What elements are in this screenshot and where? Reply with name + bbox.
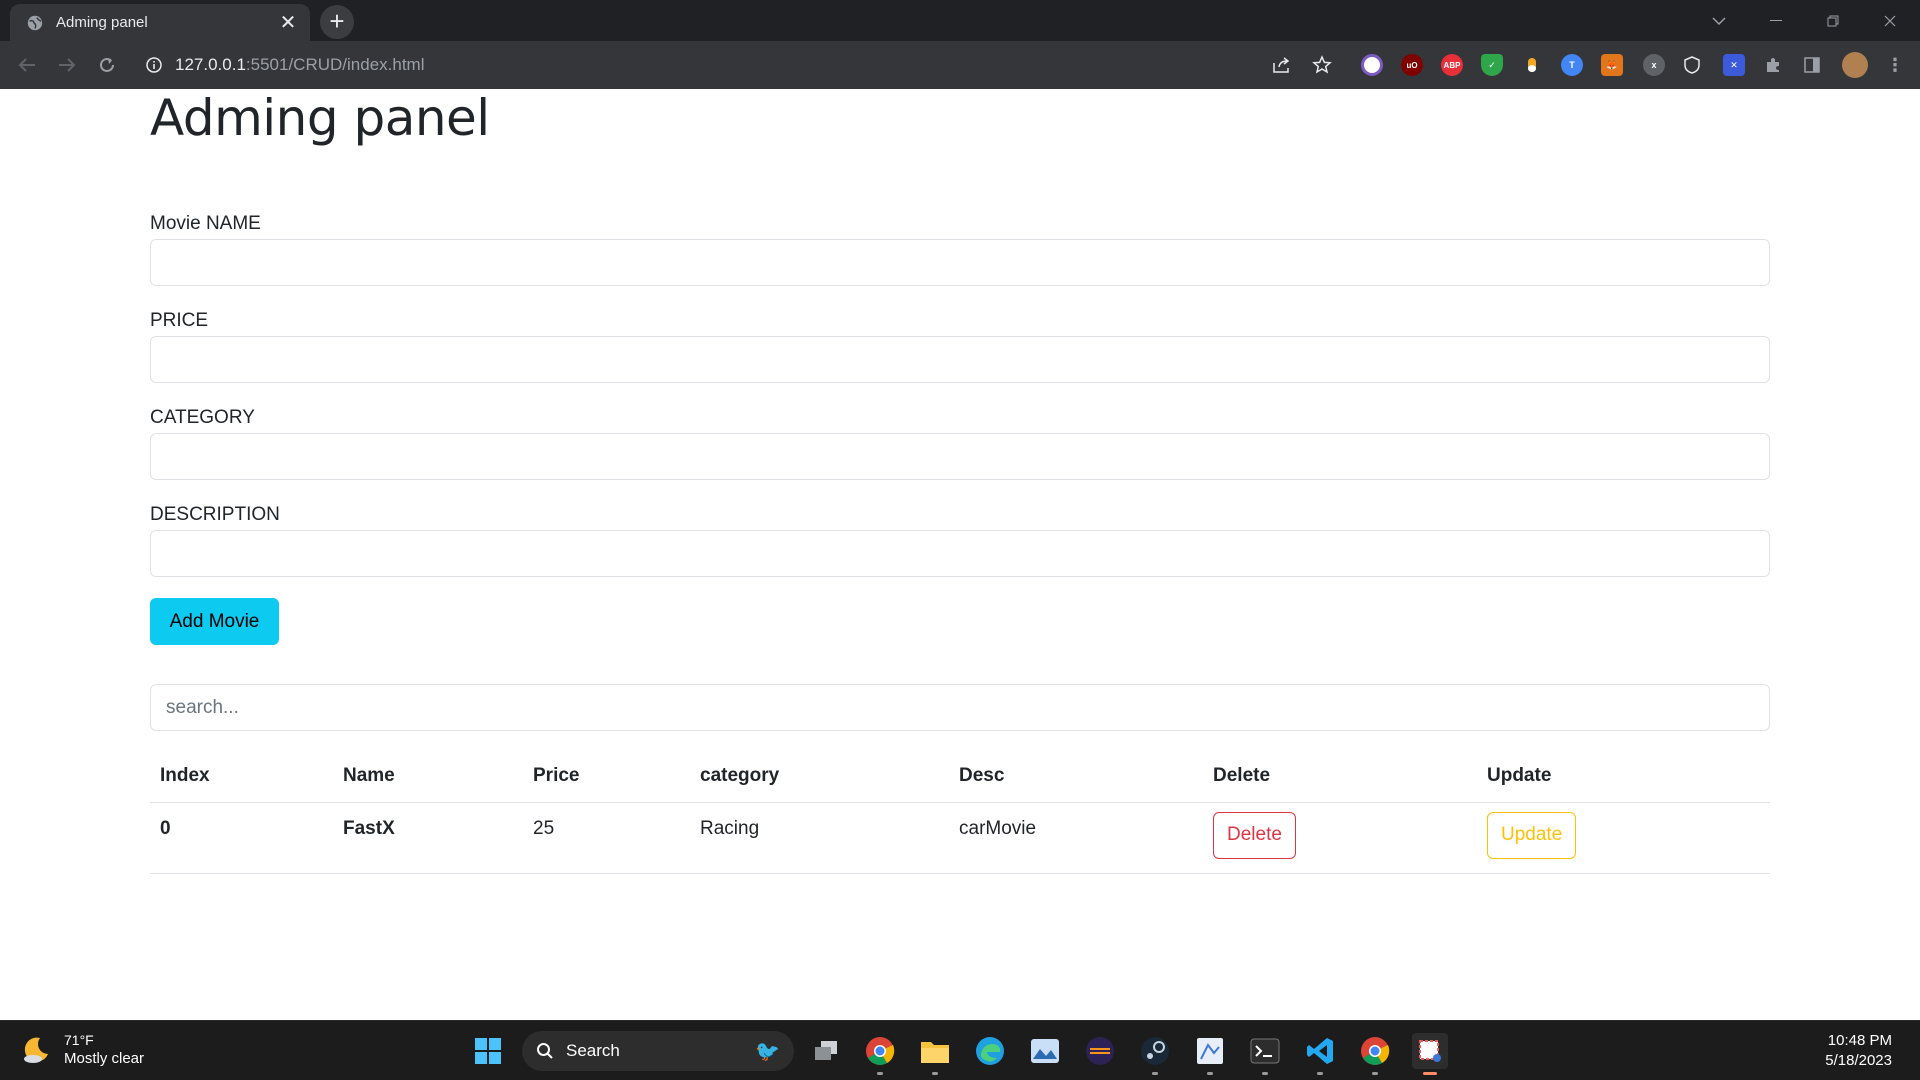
- running-indicator: [1317, 1072, 1323, 1075]
- share-icon[interactable]: [1271, 54, 1293, 76]
- url-path: :5501/CRUD/index.html: [245, 55, 425, 74]
- terminal-icon[interactable]: [1247, 1033, 1283, 1075]
- forward-arrow-icon[interactable]: [55, 53, 79, 77]
- restore-button[interactable]: [1804, 0, 1861, 41]
- header-desc: Desc: [949, 751, 1203, 803]
- file-explorer-icon[interactable]: [917, 1033, 953, 1075]
- paint-icon[interactable]: [1192, 1033, 1228, 1075]
- search-highlight-icon: 🐦: [755, 1040, 780, 1063]
- cell-index: 0: [150, 802, 333, 874]
- extension-disabled-icon[interactable]: x: [1643, 54, 1665, 76]
- delete-button[interactable]: Delete: [1213, 811, 1296, 859]
- back-arrow-icon[interactable]: [15, 53, 39, 77]
- metamask-fox-icon[interactable]: 🦊: [1601, 54, 1623, 76]
- category-input[interactable]: [150, 433, 1770, 480]
- minimize-button[interactable]: [1747, 0, 1804, 41]
- header-update: Update: [1477, 751, 1770, 803]
- adblock-plus-icon[interactable]: ABP: [1441, 54, 1463, 76]
- table-header-row: Index Name Price category Desc Delete Up…: [150, 751, 1770, 803]
- site-info-icon[interactable]: [145, 56, 163, 74]
- windows-start-icon[interactable]: [470, 1033, 506, 1069]
- snipping-tool-icon[interactable]: [1412, 1033, 1448, 1075]
- running-indicator: [877, 1072, 883, 1075]
- search-input[interactable]: [150, 684, 1770, 731]
- browser-tab-strip: Adming panel ✕ +: [0, 0, 1920, 41]
- category-label: CATEGORY: [150, 407, 255, 428]
- more-menu-icon[interactable]: ⋮: [1884, 54, 1906, 76]
- translate-extension-icon[interactable]: T: [1561, 54, 1583, 76]
- running-indicator: [1262, 1072, 1268, 1075]
- tab-title: Adming panel: [56, 14, 148, 31]
- tab-search-icon[interactable]: [1690, 0, 1747, 41]
- system-clock[interactable]: 10:48 PM 5/18/2023: [1825, 1031, 1892, 1071]
- header-index: Index: [150, 751, 333, 803]
- shield-extension-icon[interactable]: ✓: [1481, 54, 1503, 76]
- vscode-icon[interactable]: [1302, 1033, 1338, 1075]
- bookmark-star-icon[interactable]: [1311, 54, 1333, 76]
- browser-tab[interactable]: Adming panel ✕: [10, 4, 310, 41]
- task-view-icon[interactable]: [808, 1033, 844, 1069]
- capsule-extension-icon[interactable]: [1521, 54, 1543, 76]
- cell-category: Racing: [690, 802, 949, 874]
- cell-update: Update: [1477, 802, 1770, 874]
- active-indicator: [1423, 1072, 1437, 1075]
- movie-name-label: Movie NAME: [150, 213, 261, 234]
- taskbar-search[interactable]: Search 🐦: [522, 1031, 794, 1071]
- clock-time: 10:48 PM: [1827, 1032, 1892, 1049]
- reload-icon[interactable]: [95, 53, 119, 77]
- globe-icon: [27, 15, 43, 30]
- browser-toolbar: 127.0.0.1:5501/CRUD/index.html uO ABP ✓ …: [0, 41, 1920, 89]
- taskbar: 71°F Mostly clear Search 🐦 10:48 PM 5/18…: [0, 1020, 1920, 1080]
- puzzle-extensions-icon[interactable]: [1762, 54, 1784, 76]
- profile-avatar[interactable]: [1842, 52, 1868, 78]
- url-host: 127.0.0.1: [175, 55, 246, 74]
- header-category: category: [690, 751, 949, 803]
- cell-delete: Delete: [1203, 802, 1477, 874]
- page-content: Adming panel Movie NAME PRICE CATEGORY D…: [0, 89, 1920, 1020]
- update-button[interactable]: Update: [1487, 811, 1577, 859]
- privacy-extension-icon[interactable]: [1361, 54, 1383, 76]
- table-row: 0 FastX 25 Racing carMovie Delete Update: [150, 802, 1770, 874]
- movie-name-input[interactable]: [150, 239, 1770, 286]
- price-input[interactable]: [150, 336, 1770, 383]
- clock-date: 5/18/2023: [1825, 1052, 1892, 1069]
- cell-price: 25: [523, 802, 690, 874]
- photos-icon[interactable]: [1027, 1033, 1063, 1069]
- weather-temperature: 71°F: [64, 1032, 94, 1048]
- new-tab-button[interactable]: +: [320, 5, 354, 39]
- cell-desc: carMovie: [949, 802, 1203, 874]
- description-label: DESCRIPTION: [150, 504, 280, 525]
- movies-table: Index Name Price category Desc Delete Up…: [150, 751, 1770, 874]
- running-indicator: [1207, 1072, 1213, 1075]
- address-bar[interactable]: 127.0.0.1:5501/CRUD/index.html: [145, 47, 1245, 83]
- chrome-icon[interactable]: [862, 1033, 898, 1075]
- chrome-secondary-icon[interactable]: [1357, 1033, 1393, 1075]
- cell-name: FastX: [333, 802, 523, 874]
- page-title: Adming panel: [150, 89, 490, 147]
- steam-icon[interactable]: [1137, 1033, 1173, 1075]
- add-movie-button[interactable]: Add Movie: [150, 598, 279, 645]
- search-icon: [537, 1043, 553, 1059]
- moon-weather-icon: [24, 1037, 48, 1063]
- taskbar-search-label: Search: [566, 1041, 620, 1060]
- header-delete: Delete: [1203, 751, 1477, 803]
- running-indicator: [1372, 1072, 1378, 1075]
- tab-close-icon[interactable]: ✕: [278, 10, 298, 35]
- shield-outline-icon[interactable]: [1681, 54, 1703, 76]
- ublock-origin-icon[interactable]: uO: [1401, 54, 1423, 76]
- side-panel-icon[interactable]: [1801, 54, 1823, 76]
- edge-icon[interactable]: [972, 1033, 1008, 1069]
- price-label: PRICE: [150, 310, 209, 331]
- description-input[interactable]: [150, 530, 1770, 577]
- header-price: Price: [523, 751, 690, 803]
- close-window-button[interactable]: [1861, 0, 1918, 41]
- running-indicator: [1152, 1072, 1158, 1075]
- weather-condition: Mostly clear: [64, 1050, 145, 1067]
- eclipse-icon[interactable]: [1082, 1033, 1118, 1069]
- running-indicator: [932, 1072, 938, 1075]
- tools-extension-icon[interactable]: ✕: [1723, 54, 1745, 76]
- weather-widget[interactable]: 71°F Mostly clear: [20, 1031, 144, 1069]
- header-name: Name: [333, 751, 523, 803]
